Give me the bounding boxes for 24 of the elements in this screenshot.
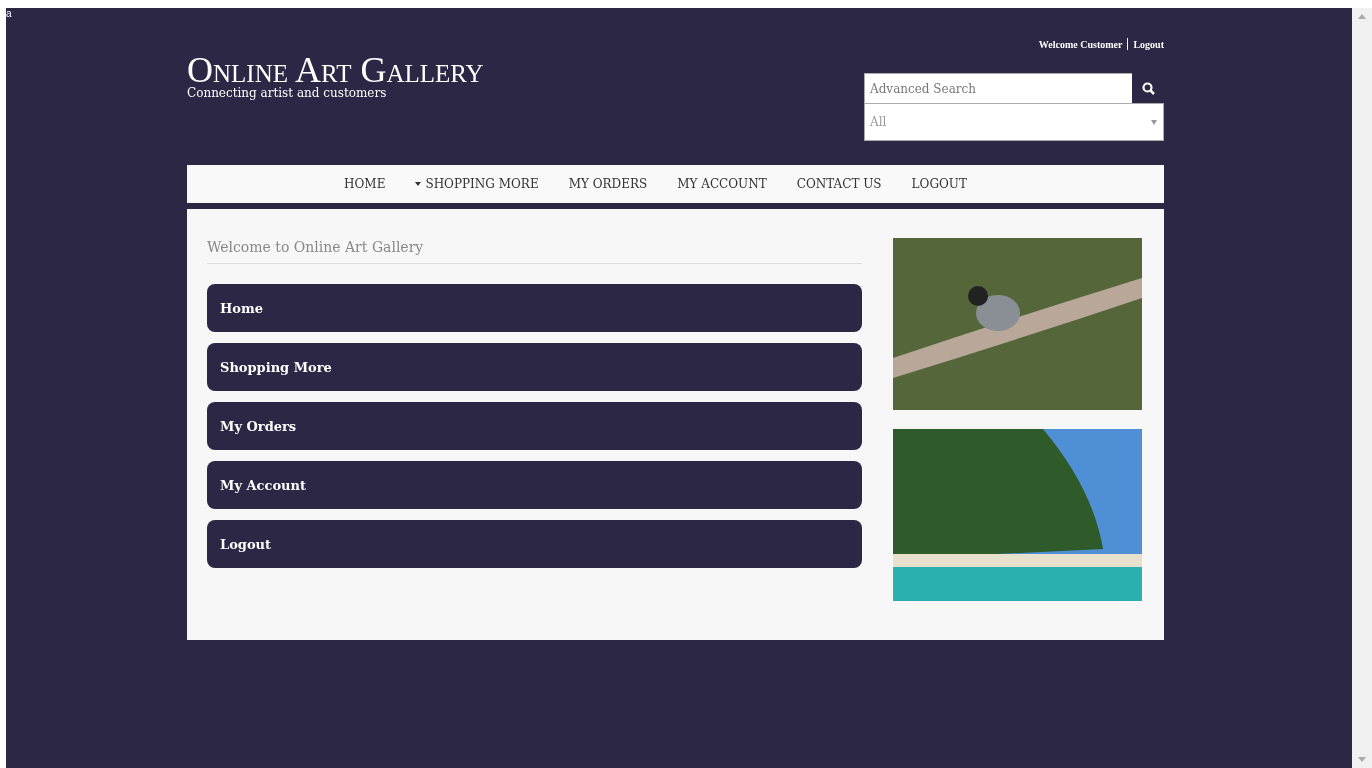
nav-link[interactable]: CONTACT US <box>781 177 897 191</box>
nav-link[interactable]: MY ORDERS <box>553 177 663 191</box>
site-tagline: Connecting artist and customers <box>187 86 388 100</box>
menu-button[interactable]: Home <box>207 284 862 332</box>
site-title: Online Art Gallery <box>187 54 484 86</box>
menu-button[interactable]: Logout <box>207 520 862 568</box>
scrollbar[interactable] <box>1352 8 1372 768</box>
menu-button[interactable]: My Orders <box>207 402 862 450</box>
scroll-down-icon[interactable] <box>1358 757 1366 762</box>
menu-button[interactable]: Shopping More <box>207 343 862 391</box>
caret-icon <box>415 182 422 186</box>
search-icon <box>1141 81 1155 95</box>
page-heading: Welcome to Online Art Gallery <box>207 238 862 264</box>
nav-link[interactable]: LOGOUT <box>896 177 982 191</box>
corner-mark: a <box>6 8 12 19</box>
nav-link[interactable]: SHOPPING MORE <box>400 177 554 191</box>
search-field[interactable]: Advanced Search <box>864 73 1132 103</box>
nav-link[interactable]: HOME <box>329 177 401 191</box>
menu-button[interactable]: My Account <box>207 461 862 509</box>
caret-icon <box>1151 119 1157 125</box>
nav-link[interactable]: MY ACCOUNT <box>662 177 782 191</box>
scroll-up-icon[interactable] <box>1358 14 1366 19</box>
logout-link[interactable]: Logout <box>1133 38 1164 50</box>
welcome-text: Welcome Customer <box>1038 38 1123 50</box>
